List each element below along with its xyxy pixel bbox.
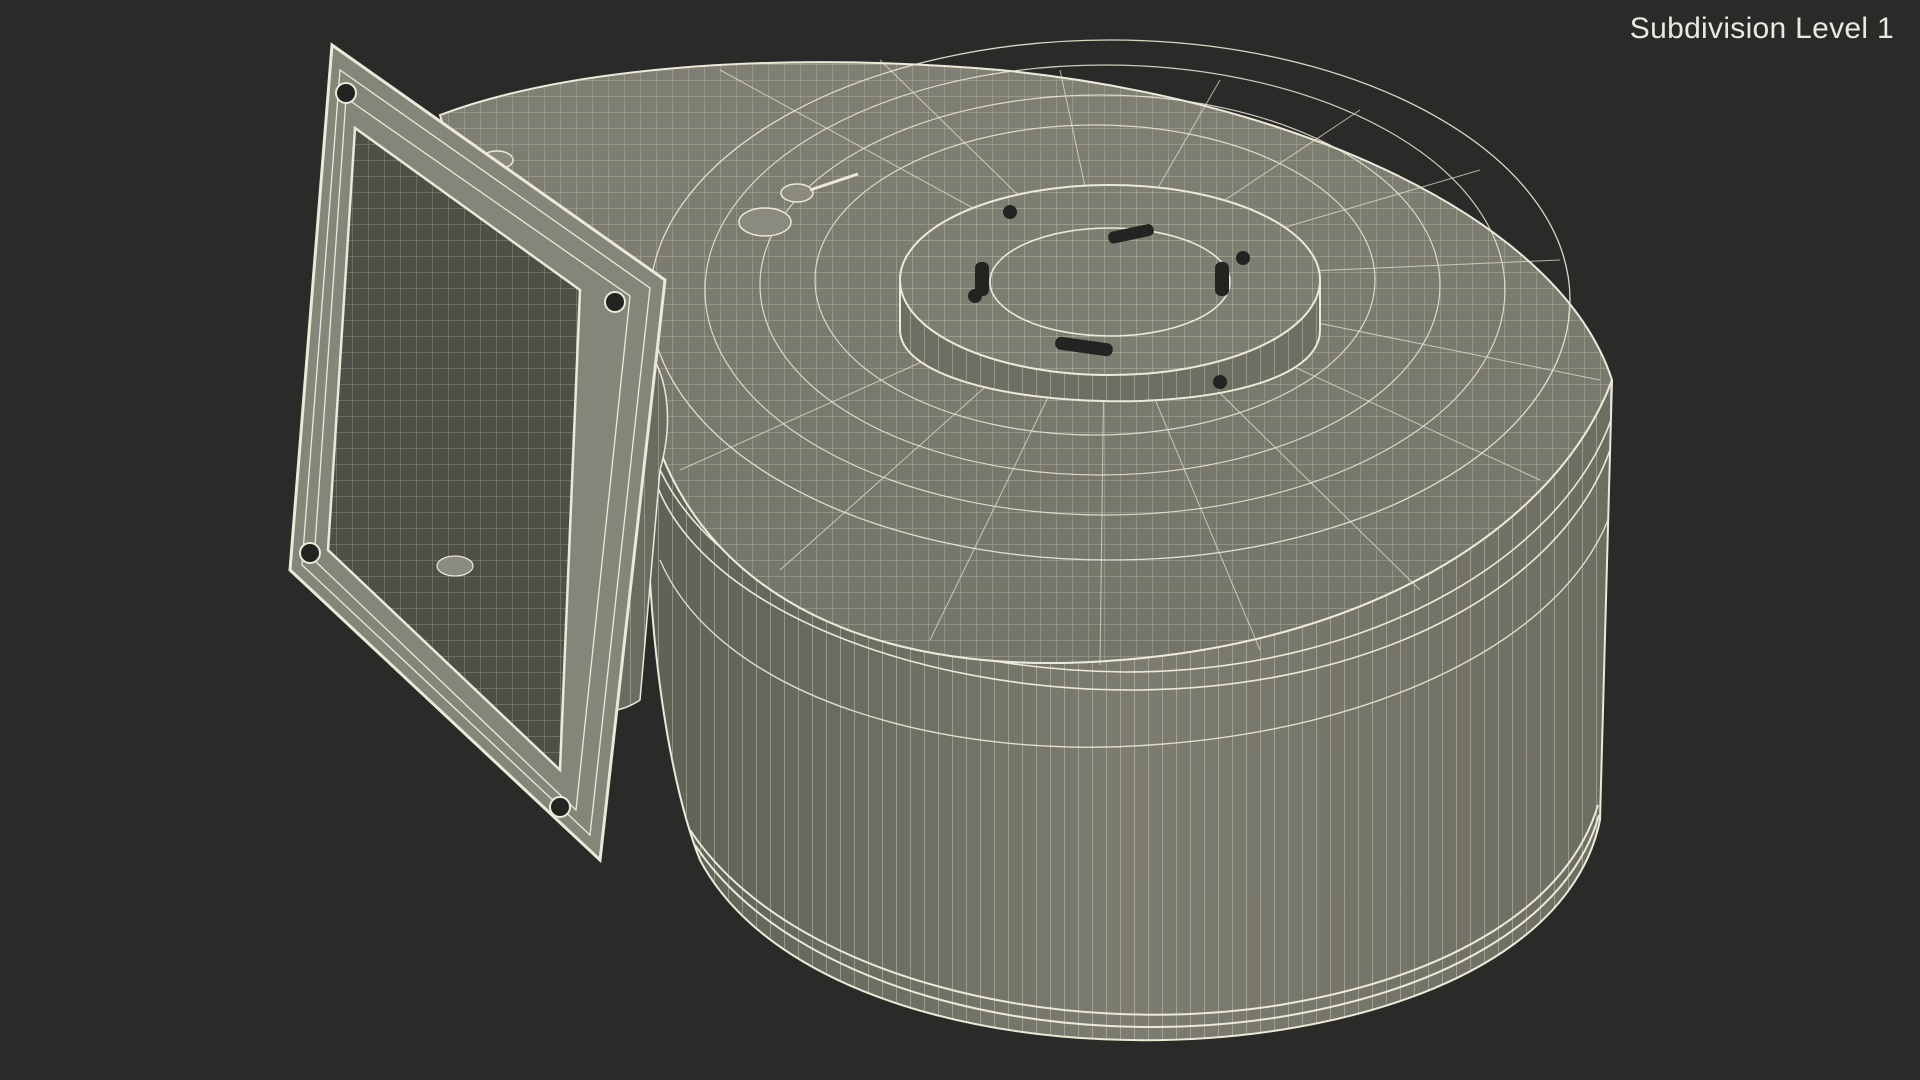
- blower-model: [288, 39, 1614, 1042]
- viewport-3d[interactable]: Subdivision Level 1: [0, 0, 1920, 1080]
- subdivision-level-label: Subdivision Level 1: [1629, 12, 1894, 45]
- motor-hub: [899, 184, 1321, 403]
